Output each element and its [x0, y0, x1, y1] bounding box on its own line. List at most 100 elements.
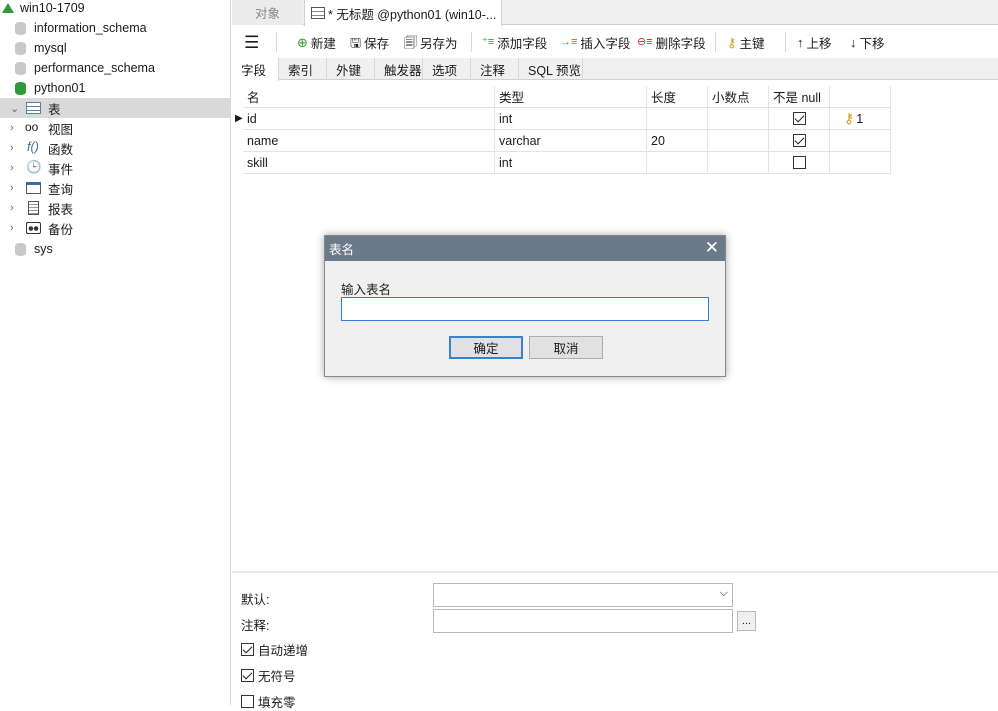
tree-item-functions[interactable]: › f() 函数	[0, 138, 231, 158]
length-cell[interactable]	[647, 152, 708, 174]
chevron-down-icon[interactable]: ⌄	[10, 102, 19, 115]
tab-comment[interactable]: 注释	[471, 58, 519, 80]
tree-item-reports[interactable]: › 报表	[0, 198, 231, 218]
menu-button[interactable]: ☰	[244, 32, 259, 52]
tab-label: 注释	[480, 63, 506, 78]
decimals-cell[interactable]	[708, 130, 769, 152]
unsigned-option[interactable]: 无符号	[241, 666, 296, 685]
header-label: 不是 null	[773, 91, 821, 105]
chevron-right-icon[interactable]: ›	[10, 182, 14, 194]
tab-objects[interactable]: 对象	[232, 0, 303, 25]
decimals-cell[interactable]	[708, 108, 769, 130]
save-as-button[interactable]: 🗐 另存为	[404, 32, 458, 52]
new-button[interactable]: ⊕ 新建	[297, 32, 336, 52]
tab-untitled-table[interactable]: * 无标题 @python01 (win10-...	[304, 0, 502, 26]
chevron-right-icon[interactable]: ›	[10, 162, 14, 174]
type-cell[interactable]: varchar	[495, 130, 647, 152]
add-field-button[interactable]: ⁺≡ 添加字段	[482, 32, 547, 52]
not-null-cell[interactable]	[769, 152, 830, 174]
tab-triggers[interactable]: 触发器	[375, 58, 423, 80]
ok-button[interactable]: 确定	[449, 336, 523, 359]
table-row[interactable]: name	[243, 130, 495, 152]
move-down-button[interactable]: ↓ 下移	[850, 32, 885, 52]
comment-expand-button[interactable]: ...	[737, 611, 756, 631]
auto-increment-checkbox[interactable]	[241, 643, 254, 656]
not-null-checkbox[interactable]	[792, 156, 806, 169]
button-label: ...	[741, 615, 752, 627]
tree-db-information-schema[interactable]: information_schema	[0, 18, 231, 38]
not-null-cell[interactable]	[769, 108, 830, 130]
key-cell[interactable]: ⚷ 1	[830, 108, 891, 130]
field-type: varchar	[499, 133, 541, 148]
tab-fields[interactable]: 字段	[232, 58, 279, 81]
chevron-right-icon[interactable]: ›	[10, 122, 14, 134]
arrow-up-icon: ↑	[797, 34, 804, 50]
column-header-not-null[interactable]: 不是 null	[769, 86, 830, 108]
length-cell[interactable]: 20	[647, 130, 708, 152]
chevron-down-icon: ⌵	[719, 587, 728, 599]
key-cell[interactable]	[830, 130, 891, 152]
chevron-right-icon[interactable]: ›	[10, 222, 14, 234]
primary-key-button[interactable]: ⚷ 主键	[727, 32, 765, 52]
tree-item-events[interactable]: › 🕒 事件	[0, 158, 231, 178]
chevron-right-icon[interactable]: ›	[10, 202, 14, 214]
comment-input[interactable]	[433, 609, 733, 633]
button-label: 取消	[553, 342, 579, 356]
move-up-button[interactable]: ↑ 上移	[797, 32, 832, 52]
tree-item-backups[interactable]: › 备份	[0, 218, 231, 238]
table-row[interactable]: skill	[243, 152, 495, 174]
tree-db-python01[interactable]: python01	[0, 78, 231, 98]
delete-field-button[interactable]: ⊖≡ 删除字段	[637, 32, 706, 52]
tree-label: 视图	[48, 122, 74, 137]
unsigned-checkbox[interactable]	[241, 669, 254, 682]
type-cell[interactable]: int	[495, 108, 647, 130]
key-icon: ⚷	[844, 110, 855, 126]
tree-item-tables[interactable]: ⌄ 表	[0, 98, 231, 118]
tab-foreign-keys[interactable]: 外键	[327, 58, 375, 80]
key-cell[interactable]	[830, 152, 891, 174]
tab-label: 选项	[432, 63, 458, 78]
cancel-button[interactable]: 取消	[529, 336, 603, 359]
zerofill-checkbox[interactable]	[241, 695, 254, 708]
not-null-checkbox[interactable]	[792, 112, 806, 125]
table-name-input[interactable]	[341, 297, 709, 321]
length-cell[interactable]	[647, 108, 708, 130]
tree-item-queries[interactable]: › 查询	[0, 178, 231, 198]
chevron-right-icon[interactable]: ›	[10, 142, 14, 154]
tree-item-views[interactable]: › oo 视图	[0, 118, 231, 138]
tab-indexes[interactable]: 索引	[279, 58, 327, 80]
tab-sql-preview[interactable]: SQL 预览	[519, 58, 583, 80]
tree-connection[interactable]: win10-1709	[0, 0, 231, 18]
hamburger-icon: ☰	[244, 32, 260, 52]
key-order: 1	[856, 111, 864, 126]
column-header-name[interactable]: 名	[243, 86, 495, 108]
comment-label: 注释:	[241, 619, 270, 633]
column-header-type[interactable]: 类型	[495, 86, 647, 108]
zerofill-option[interactable]: 填充零	[241, 692, 296, 711]
field-type: int	[499, 155, 513, 170]
db-label: python01	[34, 81, 86, 95]
table-row[interactable]: id	[243, 108, 495, 130]
field-properties-panel: 默认: ⌵ 注释: ... 自动递增 无符号 填充零	[232, 571, 998, 710]
tree-db-mysql[interactable]: mysql	[0, 38, 231, 58]
column-header-length[interactable]: 长度	[647, 86, 708, 108]
decimals-cell[interactable]	[708, 152, 769, 174]
db-label: mysql	[34, 41, 67, 55]
tree-label: 报表	[48, 202, 74, 217]
default-select[interactable]: ⌵	[433, 583, 733, 607]
dialog-title-bar[interactable]: 表名 ✕	[325, 236, 725, 261]
tab-options[interactable]: 选项	[423, 58, 471, 80]
type-cell[interactable]: int	[495, 152, 647, 174]
toolbar-divider	[471, 32, 472, 52]
insert-field-button[interactable]: →≡ 插入字段	[560, 32, 630, 52]
button-label: 下移	[859, 36, 885, 51]
column-header-decimals[interactable]: 小数点	[708, 86, 769, 108]
tree-db-performance-schema[interactable]: performance_schema	[0, 58, 231, 78]
save-button[interactable]: 🖫 保存	[350, 32, 389, 52]
tree-db-sys[interactable]: sys	[0, 239, 231, 259]
designer-tabs: 字段 索引 外键 触发器 选项 注释 SQL 预览	[232, 58, 998, 81]
not-null-cell[interactable]	[769, 130, 830, 152]
auto-increment-option[interactable]: 自动递增	[241, 640, 308, 659]
close-icon[interactable]: ✕	[705, 238, 719, 258]
not-null-checkbox[interactable]	[792, 134, 806, 147]
